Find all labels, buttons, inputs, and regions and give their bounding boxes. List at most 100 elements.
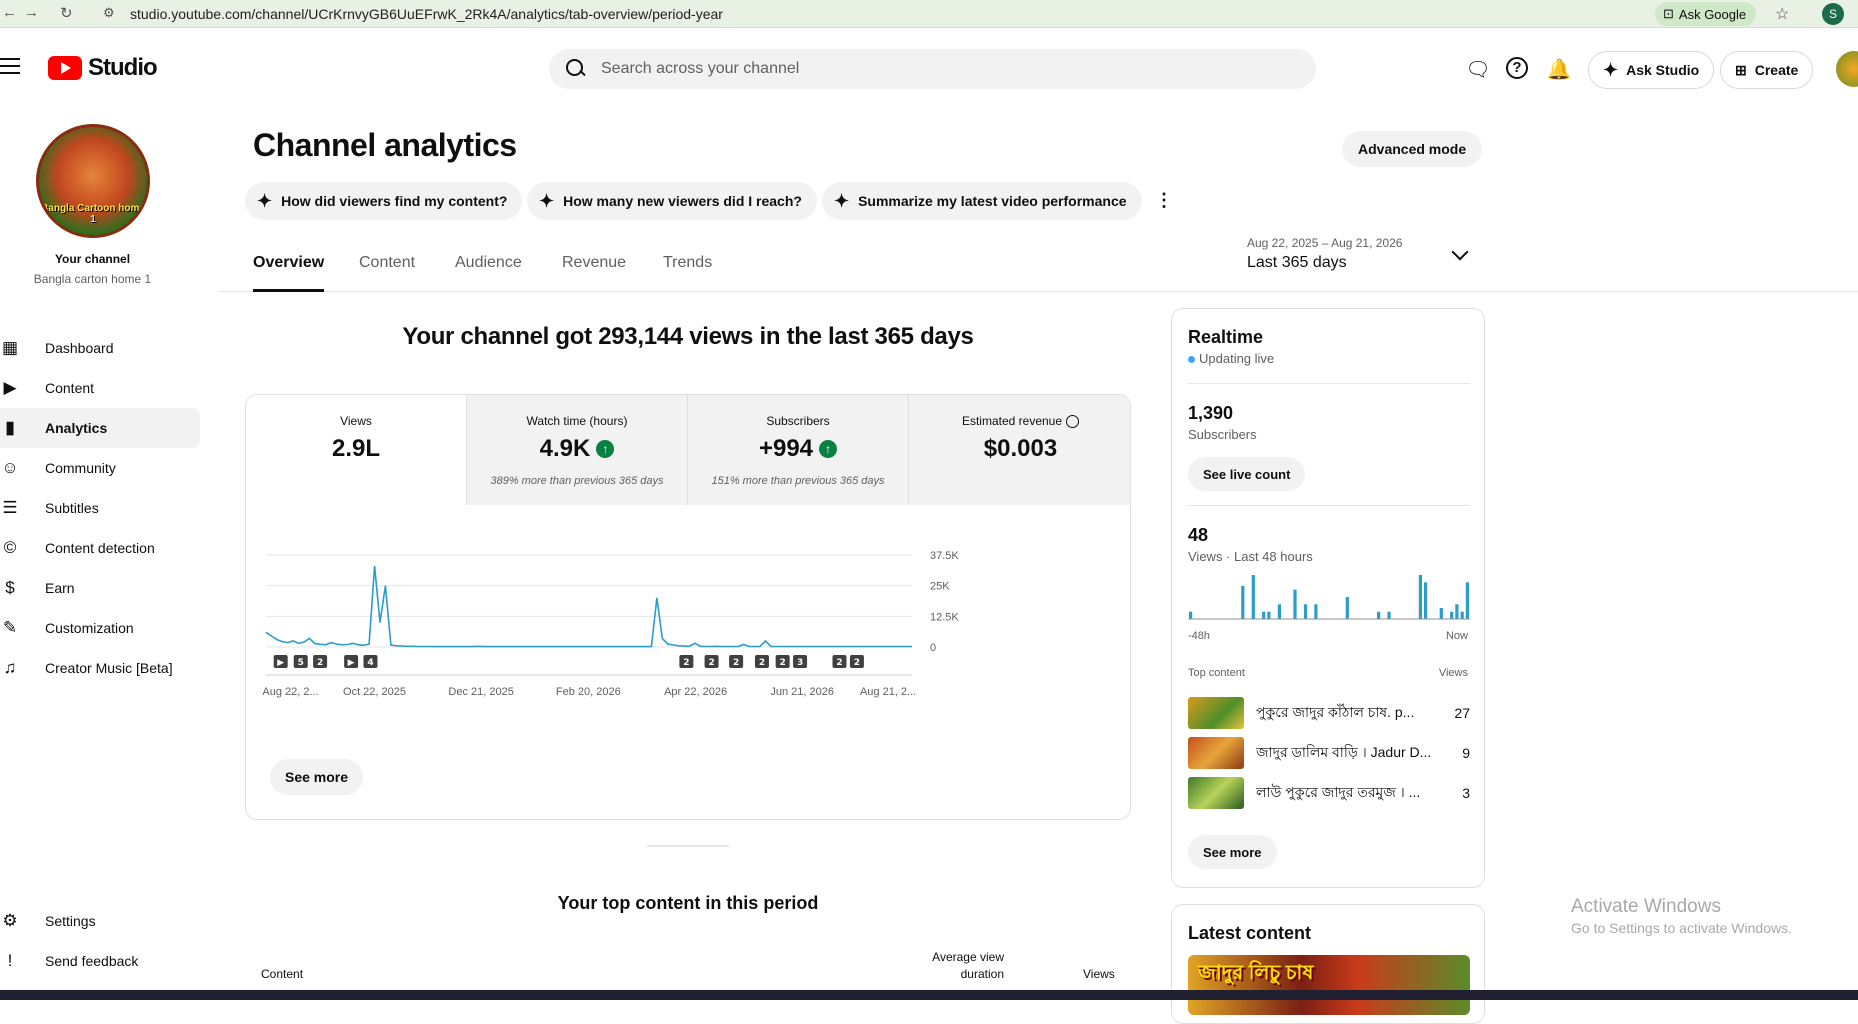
sidebar-item-send-feedback[interactable]: ! Send feedback: [0, 941, 200, 981]
forward-icon[interactable]: →: [24, 4, 39, 21]
realtime-bar[interactable]: [1377, 611, 1381, 619]
tab-content[interactable]: Content: [359, 254, 415, 292]
site-info-icon[interactable]: ⚙: [103, 5, 115, 21]
sidebar-item-creator-music[interactable]: ♫ Creator Music [Beta]: [0, 648, 200, 688]
realtime-bar[interactable]: [1267, 611, 1271, 619]
realtime-see-more-button[interactable]: See more: [1188, 835, 1277, 869]
realtime-bar[interactable]: [1460, 611, 1464, 619]
sidebar-item-community[interactable]: ☺ Community: [0, 448, 200, 488]
date-range-label: Last 365 days: [1247, 254, 1347, 271]
menu-icon[interactable]: [0, 58, 20, 74]
realtime-title: Realtime: [1188, 327, 1264, 347]
search-placeholder: Search across your channel: [601, 60, 800, 77]
create-label: Create: [1754, 62, 1799, 78]
bookmark-star-icon[interactable]: ☆: [1775, 4, 1789, 24]
feedback-chat-icon[interactable]: 🗨: [1465, 57, 1491, 83]
account-avatar[interactable]: [1836, 51, 1858, 87]
advanced-mode-button[interactable]: Advanced mode: [1342, 131, 1483, 167]
notifications-bell-icon[interactable]: 🔔: [1546, 57, 1572, 83]
x-tick-label: Aug 21, 2...: [860, 686, 916, 698]
see-live-count-button[interactable]: See live count: [1188, 457, 1306, 491]
top-content-item[interactable]: পুকুরে জাদুর কাঁঠাল চাষ. p... 27: [1188, 695, 1470, 731]
gear-icon: ⚙: [2, 911, 18, 930]
suggestion-chip[interactable]: ✦ How many new viewers did I reach?: [527, 182, 817, 220]
col-header-content[interactable]: Content: [261, 967, 303, 981]
tab-trends[interactable]: Trends: [663, 254, 712, 292]
realtime-bar[interactable]: [1277, 604, 1281, 619]
realtime-bar[interactable]: [1450, 611, 1454, 619]
metric-revenue[interactable]: Estimated revenue $0.003: [909, 395, 1130, 505]
realtime-bar[interactable]: [1439, 608, 1443, 619]
views-series-line[interactable]: [265, 565, 912, 648]
updating-live-label: Updating live: [1199, 351, 1275, 366]
realtime-bar[interactable]: [1314, 604, 1318, 619]
metric-views[interactable]: Views 2.9L: [246, 395, 467, 505]
ask-google-label: Ask Google: [1678, 6, 1747, 22]
feedback-icon: !: [7, 951, 13, 970]
realtime-bar[interactable]: [1241, 586, 1245, 619]
top-content-item[interactable]: লাউ পুকুরে জাদুর তরমুজ । ... 3: [1188, 775, 1470, 811]
address-bar[interactable]: studio.youtube.com/channel/UCrKrnvyGB6Uu…: [130, 6, 723, 22]
realtime-bar[interactable]: [1251, 575, 1255, 619]
subtitles-icon: ☰: [2, 498, 18, 517]
realtime-bar[interactable]: [1418, 575, 1422, 619]
sidebar-item-subtitles[interactable]: ☰ Subtitles: [0, 488, 200, 528]
realtime-bar[interactable]: [1345, 597, 1349, 619]
tab-overview[interactable]: Overview: [253, 254, 325, 292]
watermark-line1: Activate Windows: [1571, 896, 1721, 917]
updating-live-status: Updating live: [1188, 351, 1274, 366]
channel-avatar[interactable]: Bangla Cartoon home 1: [36, 124, 150, 238]
windows-activation-watermark: Activate Windows Go to Settings to activ…: [1571, 896, 1792, 936]
latest-content-title: Latest content: [1188, 923, 1312, 943]
upload-marker-label: 4: [367, 658, 373, 668]
realtime-bar[interactable]: [1424, 582, 1428, 619]
metric-label: Estimated revenue: [961, 414, 1063, 428]
latest-video-thumbnail[interactable]: জাদুর লিচু চাষ: [1188, 955, 1470, 1015]
see-more-button[interactable]: See more: [270, 759, 364, 795]
sidebar-item-customization[interactable]: ✎ Customization: [0, 608, 200, 648]
back-icon[interactable]: ←: [2, 4, 17, 21]
top-content-item[interactable]: জাদুর ডালিম বাড়ি । Jadur D... 9: [1188, 735, 1470, 771]
tab-audience[interactable]: Audience: [455, 254, 522, 292]
sidebar-item-earn[interactable]: $ Earn: [0, 568, 200, 608]
studio-logo[interactable]: Studio: [48, 54, 158, 82]
realtime-bar[interactable]: [1387, 611, 1391, 619]
sidebar-item-content[interactable]: ▶ Content: [0, 368, 200, 408]
col-header-views[interactable]: Views: [1083, 967, 1115, 981]
metric-watch-time[interactable]: Watch time (hours) 4.9K ↑ 389% more than …: [467, 395, 688, 505]
sidebar-item-analytics[interactable]: ▮ Analytics: [0, 408, 200, 448]
realtime-bar[interactable]: [1293, 589, 1297, 619]
realtime-bar[interactable]: [1303, 604, 1308, 619]
video-views: 3: [1462, 785, 1470, 801]
suggestion-chip[interactable]: ✦ Summarize my latest video performance: [822, 182, 1142, 220]
taskbar: [0, 990, 1858, 1000]
date-range-selector[interactable]: Aug 22, 2025 – Aug 21, 2026 Last 365 day…: [1247, 236, 1402, 272]
more-options-icon[interactable]: ⋮: [1155, 190, 1173, 211]
sidebar-item-content-detection[interactable]: © Content detection: [0, 528, 200, 568]
metric-subscribers[interactable]: Subscribers +994 ↑ 151% more than previou…: [688, 395, 909, 505]
browser-profile-avatar[interactable]: S: [1822, 3, 1844, 25]
tab-revenue[interactable]: Revenue: [562, 254, 626, 292]
sparkle-icon: ✦: [834, 191, 850, 211]
chip-label: How did viewers find my content?: [281, 193, 508, 209]
realtime-bar[interactable]: [1189, 611, 1193, 619]
y-tick-label: 0: [930, 642, 936, 654]
reload-icon[interactable]: ↻: [60, 4, 73, 22]
realtime-bar[interactable]: [1465, 582, 1469, 619]
sidebar-item-settings[interactable]: ⚙ Settings: [0, 901, 200, 941]
ask-google-button[interactable]: ⊡ Ask Google: [1655, 2, 1757, 26]
ask-studio-button[interactable]: ✦ Ask Studio: [1588, 51, 1715, 89]
help-icon[interactable]: ?: [1506, 57, 1528, 79]
search-input[interactable]: Search across your channel: [549, 49, 1316, 89]
metric-label: Views: [340, 414, 372, 428]
create-button[interactable]: ⊞ Create: [1720, 51, 1814, 89]
realtime-bar[interactable]: [1455, 604, 1459, 619]
x-tick-label: Jun 21, 2026: [770, 686, 834, 698]
sidebar-item-dashboard[interactable]: ▦ Dashboard: [0, 328, 200, 368]
metric-label: Watch time (hours): [526, 414, 628, 428]
x-tick-label: Apr 22, 2026: [664, 686, 727, 698]
realtime-bar[interactable]: [1262, 611, 1266, 619]
col-header-avg-duration[interactable]: Average view duration: [924, 949, 1004, 983]
suggestion-chip[interactable]: ✦ How did viewers find my content?: [245, 182, 523, 220]
magic-wand-icon: ✎: [2, 618, 18, 637]
